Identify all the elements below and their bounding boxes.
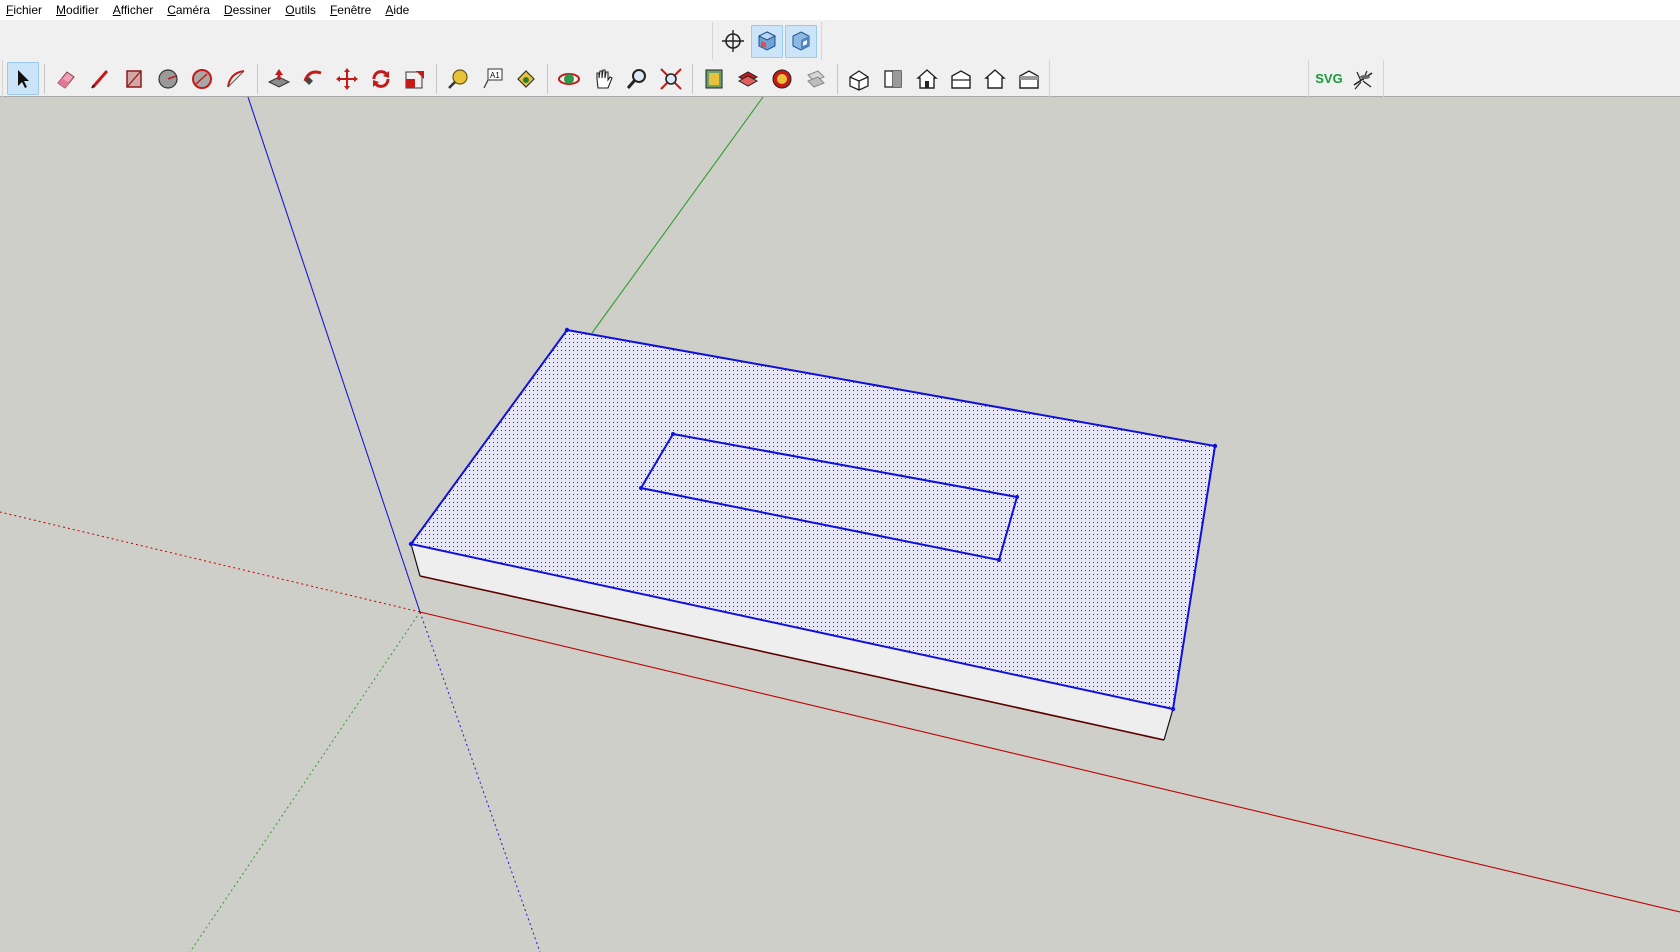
follow-me-button[interactable]	[297, 62, 329, 95]
zoom-extents-button[interactable]	[655, 62, 687, 95]
vertex-marker	[1015, 495, 1019, 499]
crosshair-button[interactable]	[717, 25, 749, 58]
orbit-icon	[558, 72, 580, 85]
tape-measure-button[interactable]	[442, 62, 474, 95]
extensions-button[interactable]	[766, 62, 798, 95]
vertex-marker	[1170, 706, 1176, 712]
svg-text:A1: A1	[490, 71, 500, 80]
push-pull-button[interactable]	[263, 62, 295, 95]
eraser-icon	[57, 70, 75, 89]
zoom-button[interactable]	[621, 62, 653, 95]
model-viewport[interactable]	[0, 97, 1680, 952]
toolbar-separator	[692, 63, 693, 94]
view-top-button[interactable]	[877, 62, 909, 95]
share-model-button[interactable]	[800, 62, 832, 95]
svg-export-button[interactable]: SVG	[1313, 62, 1345, 95]
mosquito-icon	[1353, 70, 1373, 89]
view-left-button[interactable]	[1013, 62, 1045, 95]
warehouse-button[interactable]	[698, 62, 730, 95]
house-front-icon	[916, 68, 938, 89]
pan-button[interactable]	[587, 62, 619, 95]
rectangle-button[interactable]	[118, 62, 150, 95]
toolbar-separator	[547, 63, 548, 94]
plugin-tool-button[interactable]	[1347, 62, 1379, 95]
polygon-button[interactable]	[186, 62, 218, 95]
text-icon: A1	[483, 68, 503, 88]
iso-view-alt-icon	[792, 31, 810, 51]
select-arrow-icon	[18, 69, 29, 88]
menu-fichier[interactable]: Fichier	[0, 0, 49, 20]
scale-icon	[405, 70, 424, 88]
follow-me-icon	[303, 70, 322, 85]
select-button[interactable]	[7, 62, 39, 95]
zoom-icon	[626, 68, 646, 89]
vertex-marker	[671, 432, 675, 436]
toolbar-separator	[257, 63, 258, 94]
zoom-extents-icon	[660, 67, 682, 90]
pencil-icon	[91, 69, 109, 89]
house-iso-icon	[849, 69, 869, 91]
circle-button[interactable]	[152, 62, 184, 95]
arc-button[interactable]	[220, 62, 252, 95]
paint-bucket-icon	[517, 69, 535, 88]
vertex-marker	[1212, 443, 1218, 449]
view-iso-button[interactable]	[843, 62, 875, 95]
house-right-icon	[951, 69, 971, 89]
vertex-marker	[639, 486, 643, 490]
polygon-icon	[192, 68, 212, 89]
text-button[interactable]: A1	[476, 62, 508, 95]
paint-bucket-button[interactable]	[510, 62, 542, 95]
eraser-button[interactable]	[50, 62, 82, 95]
menu-afficher[interactable]: Afficher	[106, 0, 160, 20]
rotate-icon	[372, 69, 390, 88]
pencil-button[interactable]	[84, 62, 116, 95]
circle-icon	[158, 68, 178, 89]
tape-measure-icon	[448, 68, 468, 89]
rectangle-icon	[126, 69, 142, 88]
orbit-button[interactable]	[553, 62, 585, 95]
vertex-marker	[564, 327, 570, 333]
house-back-icon	[984, 68, 1006, 89]
toolbar-separator	[44, 63, 45, 94]
crosshair-icon	[722, 30, 744, 52]
move-icon	[336, 67, 358, 90]
pan-hand-icon	[596, 68, 613, 89]
iso-view-icon	[757, 31, 777, 51]
view-front-button[interactable]	[911, 62, 943, 95]
menu-fenetre[interactable]: Fenêtre	[323, 0, 378, 20]
share-model-icon	[807, 69, 825, 88]
push-pull-icon	[267, 68, 291, 88]
components-button[interactable]	[732, 62, 764, 95]
view-back-button[interactable]	[979, 62, 1011, 95]
toolbar-separator	[436, 63, 437, 94]
arc-icon	[227, 69, 245, 87]
scale-button[interactable]	[399, 62, 431, 95]
views-toolbar	[712, 22, 822, 60]
vertex-marker	[408, 541, 414, 547]
extensions-icon	[772, 69, 792, 88]
menu-outils[interactable]: Outils	[278, 0, 323, 20]
vertex-marker	[997, 558, 1001, 562]
move-button[interactable]	[331, 62, 363, 95]
main-toolbar: A1	[2, 60, 1050, 97]
menu-camera[interactable]: Caméra	[160, 0, 217, 20]
plugin-toolbar: SVG	[1308, 60, 1384, 97]
menu-modifier[interactable]: Modifier	[49, 0, 106, 20]
house-left-icon	[1019, 69, 1039, 89]
iso-view-alt-button[interactable]	[785, 24, 817, 58]
toolbar-area: A1 SVG	[0, 20, 1680, 97]
svg-export-label: SVG	[1315, 71, 1343, 86]
scene-canvas[interactable]	[0, 97, 1680, 952]
view-right-button[interactable]	[945, 62, 977, 95]
menu-bar: Fichier Modifier Afficher Caméra Dessine…	[0, 0, 1680, 20]
toolbar-separator	[837, 63, 838, 94]
warehouse-icon	[705, 69, 723, 88]
house-top-icon	[884, 69, 902, 88]
components-icon	[737, 70, 759, 87]
menu-dessiner[interactable]: Dessiner	[217, 0, 278, 20]
rotate-button[interactable]	[365, 62, 397, 95]
menu-aide[interactable]: Aide	[378, 0, 416, 20]
iso-view-button[interactable]	[751, 24, 783, 58]
